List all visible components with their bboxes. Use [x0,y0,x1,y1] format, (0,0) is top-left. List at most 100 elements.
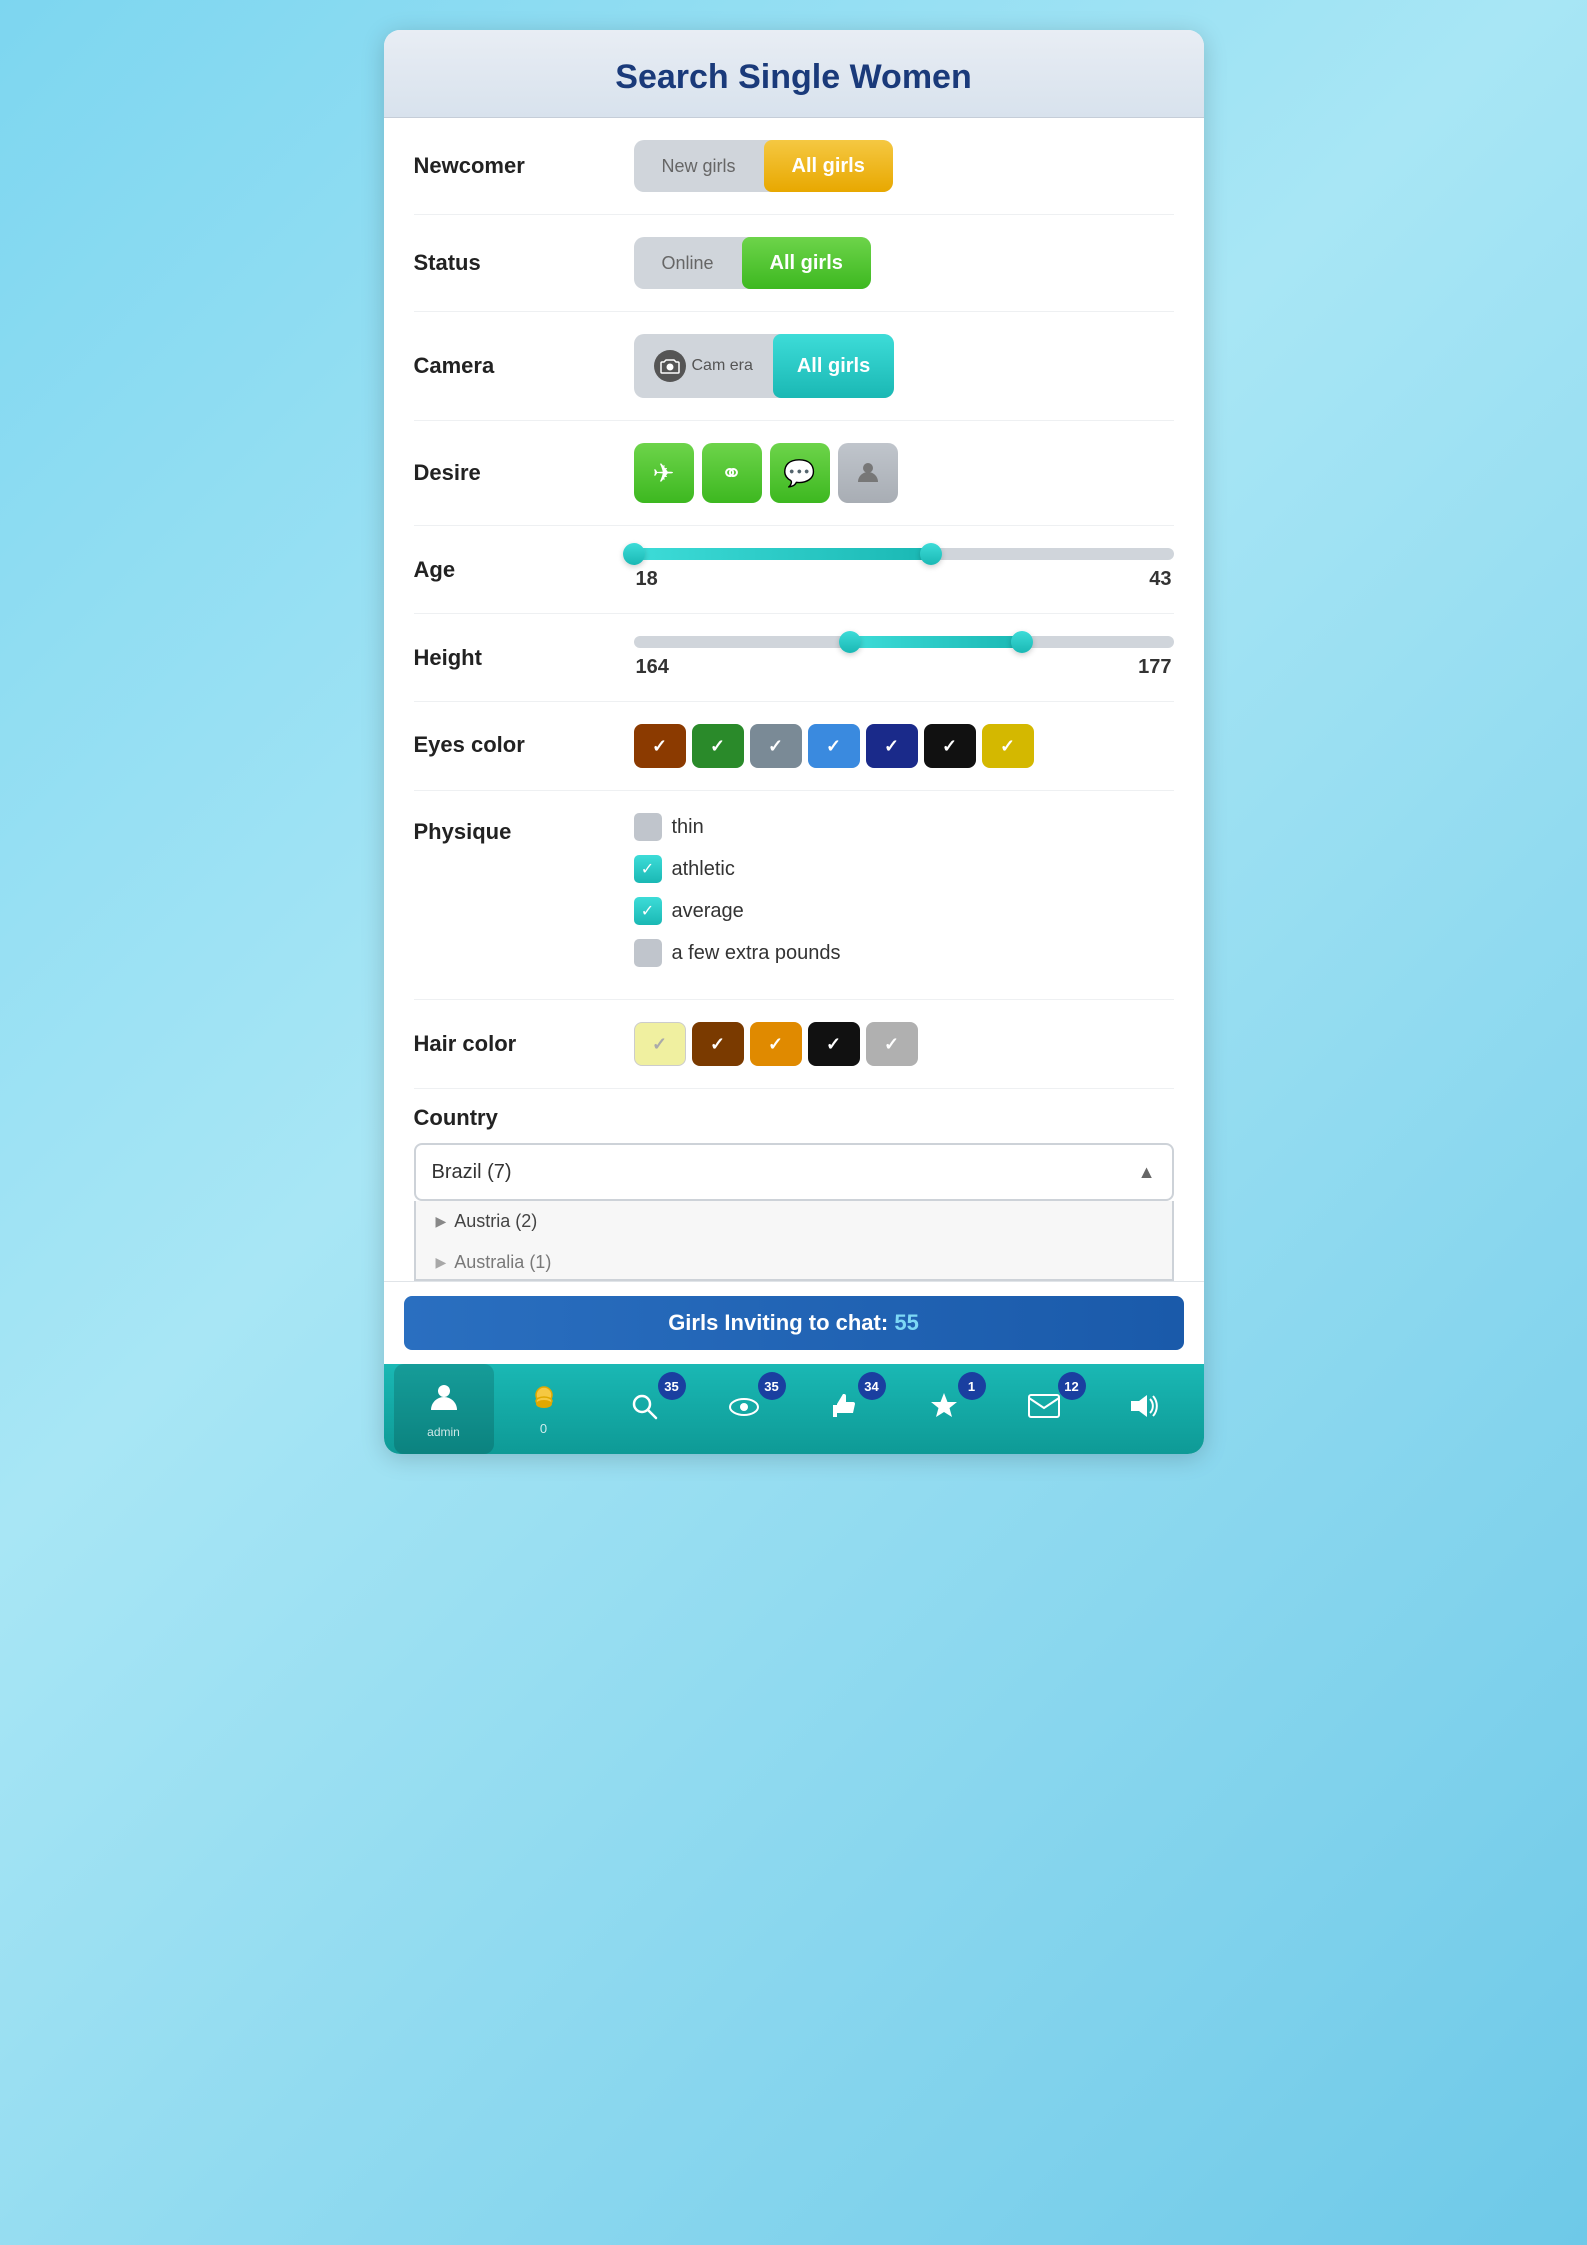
camera-camera-btn[interactable]: Cam era [634,334,773,398]
physique-label: Physique [414,813,634,845]
thumbs-up-icon [829,1391,859,1428]
physique-extra-pounds-checkbox[interactable] [634,939,662,967]
girls-inviting-label: Girls Inviting to chat: [668,1310,888,1335]
nav-item-search[interactable]: 35 [594,1364,694,1454]
nav-views-badge: 35 [758,1372,786,1400]
nav-coins-label: 0 [540,1421,547,1436]
age-max-label: 43 [1149,568,1171,591]
height-slider-min-thumb[interactable] [839,631,861,653]
nav-item-favorites[interactable]: 1 [894,1364,994,1454]
eye-color-yellow[interactable]: ✓ [982,724,1034,768]
hair-color-grey[interactable]: ✓ [866,1022,918,1066]
hair-color-label: Hair color [414,1031,634,1057]
desire-relationship-icon[interactable]: ⚭ [702,443,762,503]
desire-profile-icon[interactable] [838,443,898,503]
hair-color-controls: ✓ ✓ ✓ ✓ ✓ [634,1022,1174,1066]
nav-item-views[interactable]: 35 [694,1364,794,1454]
hair-color-blonde[interactable]: ✓ [634,1022,686,1066]
nav-item-likes[interactable]: 34 [794,1364,894,1454]
height-row: Height 164 177 [414,614,1174,702]
country-selected: Brazil (7) [432,1161,512,1184]
age-slider-track[interactable] [634,548,1174,560]
hair-color-brown[interactable]: ✓ [692,1022,744,1066]
physique-thin-checkbox[interactable] [634,813,662,841]
eye-color-blue[interactable]: ✓ [808,724,860,768]
country-list: ▶ Austria (2) ▶ Australia (1) [414,1201,1174,1281]
eye-color-green[interactable]: ✓ [692,724,744,768]
age-min-label: 18 [636,568,658,591]
eyes-color-row: Eyes color ✓ ✓ ✓ ✓ ✓ ✓ ✓ [414,702,1174,791]
eye-color-dark-blue[interactable]: ✓ [866,724,918,768]
physique-average-checkbox[interactable]: ✓ [634,897,662,925]
bottom-nav: admin 0 35 35 [384,1364,1204,1454]
camera-icon [654,350,686,382]
page-title: Search Single Women [404,58,1184,97]
expand-icon: ▶ [436,1213,447,1230]
desire-row: Desire ✈ ⚭ 💬 [414,421,1174,526]
country-section: Country Brazil (7) ▲ ▶ Austria (2) ▶ Aus… [414,1089,1174,1281]
camera-all-girls-btn[interactable]: All girls [773,334,894,398]
camera-camera-label: Cam era [692,357,753,375]
height-min-label: 164 [636,656,669,679]
nav-profile-label: admin [427,1425,460,1439]
height-controls: 164 177 [634,636,1174,679]
status-controls: Online All girls [634,237,1174,289]
camera-row: Camera Cam era All girls [414,312,1174,421]
chat-bar: Girls Inviting to chat: 55 [384,1281,1204,1364]
nav-item-coins[interactable]: 0 [494,1364,594,1454]
status-label: Status [414,250,634,276]
height-slider-fill [850,636,1023,648]
nav-item-sound[interactable] [1094,1364,1194,1454]
physique-athletic: ✓ athletic [634,855,1174,883]
height-slider-track[interactable] [634,636,1174,648]
newcomer-all-girls-btn[interactable]: All girls [764,140,893,192]
nav-item-messages[interactable]: 12 [994,1364,1094,1454]
age-slider-container: 18 43 [634,548,1174,591]
camera-toggle-group: Cam era All girls [634,334,895,398]
camera-label: Camera [414,353,634,379]
country-label: Country [414,1105,1174,1131]
height-slider-max-thumb[interactable] [1011,631,1033,653]
search-icon [629,1391,659,1428]
desire-travel-icon[interactable]: ✈ [634,443,694,503]
nav-likes-badge: 34 [858,1372,886,1400]
age-label: Age [414,557,634,583]
girls-inviting-count: 55 [894,1310,918,1335]
age-slider-labels: 18 43 [634,568,1174,591]
nav-item-profile[interactable]: admin [394,1364,494,1454]
height-label: Height [414,645,634,671]
eyes-colors-grid: ✓ ✓ ✓ ✓ ✓ ✓ ✓ [634,724,1034,768]
eyes-color-controls: ✓ ✓ ✓ ✓ ✓ ✓ ✓ [634,724,1174,768]
hair-colors-grid: ✓ ✓ ✓ ✓ ✓ [634,1022,918,1066]
desire-controls: ✈ ⚭ 💬 [634,443,1174,503]
hair-color-orange[interactable]: ✓ [750,1022,802,1066]
age-slider-min-thumb[interactable] [623,543,645,565]
list-item[interactable]: ▶ Austria (2) [416,1201,1172,1242]
hair-color-row: Hair color ✓ ✓ ✓ ✓ ✓ [414,1000,1174,1089]
age-row: Age 18 43 [414,526,1174,614]
age-slider-max-thumb[interactable] [920,543,942,565]
height-slider-container: 164 177 [634,636,1174,679]
camera-controls: Cam era All girls [634,334,1174,398]
physique-thin: thin [634,813,1174,841]
newcomer-row: Newcomer New girls All girls [414,118,1174,215]
physique-athletic-checkbox[interactable]: ✓ [634,855,662,883]
hair-color-black[interactable]: ✓ [808,1022,860,1066]
status-all-girls-btn[interactable]: All girls [742,237,871,289]
main-card: Search Single Women Newcomer New girls A… [384,30,1204,1454]
physique-average-label: average [672,900,744,923]
card-header: Search Single Women [384,30,1204,118]
physique-extra-pounds: a few extra pounds [634,939,1174,967]
eye-color-brown[interactable]: ✓ [634,724,686,768]
desire-chat-icon[interactable]: 💬 [770,443,830,503]
eye-color-black[interactable]: ✓ [924,724,976,768]
eye-color-grey[interactable]: ✓ [750,724,802,768]
desire-label: Desire [414,460,634,486]
age-slider-fill [634,548,931,560]
newcomer-new-girls-btn[interactable]: New girls [634,140,764,192]
nav-search-badge: 35 [658,1372,686,1400]
newcomer-label: Newcomer [414,153,634,179]
list-item[interactable]: ▶ Australia (1) [416,1242,1172,1281]
status-online-btn[interactable]: Online [634,237,742,289]
country-dropdown[interactable]: Brazil (7) ▲ [414,1143,1174,1201]
